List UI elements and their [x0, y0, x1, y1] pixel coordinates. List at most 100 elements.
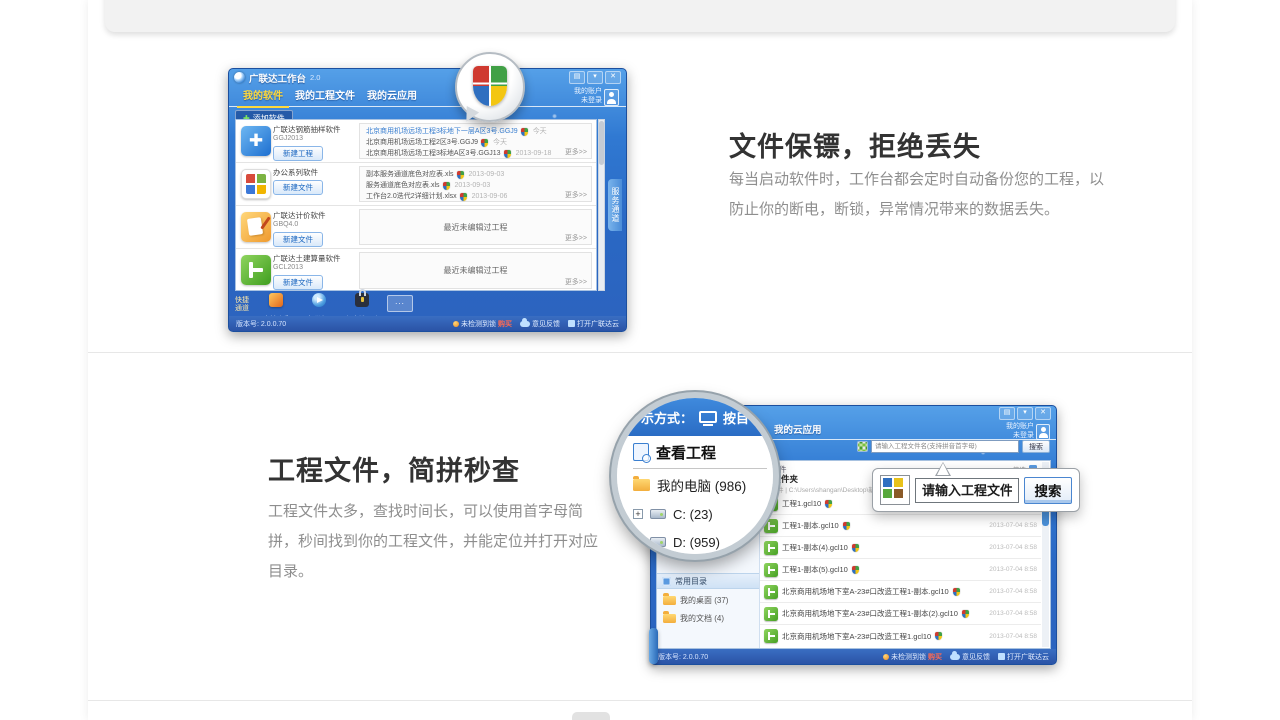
skin-button[interactable] [999, 407, 1015, 420]
search-button[interactable]: 搜索 [1022, 440, 1050, 453]
window-controls [999, 407, 1051, 420]
recent-file[interactable]: 副本服务通道底色对应表.xls2013-09-03 [366, 169, 585, 180]
open-cloud-link[interactable]: 打开广联达云 [998, 652, 1049, 662]
shield-icon [843, 522, 850, 530]
material-assistant-icon[interactable] [269, 293, 283, 307]
statusbar: 版本号: 2.0.0.70 未检测到锁购买 意见反馈 打开广联达云 [651, 649, 1056, 664]
minimize-button[interactable] [587, 71, 603, 84]
more-link[interactable]: 更多>> [565, 147, 587, 157]
user-avatar-icon[interactable] [604, 89, 619, 106]
window-version: 2.0 [310, 73, 320, 82]
tree-item-drive-c[interactable]: C: (23) [633, 500, 773, 528]
more-link[interactable]: 更多>> [565, 233, 587, 243]
next-section-edge [572, 712, 610, 720]
scrollbar[interactable] [598, 119, 605, 291]
feedback-link[interactable]: 意见反馈 [520, 319, 560, 329]
tree-item-computer[interactable]: 我的电脑 (986) [633, 469, 773, 500]
cloud-app-icon [568, 320, 575, 327]
service-channel-tab[interactable]: 服务通道 [608, 179, 622, 231]
recent-file[interactable]: 服务通道底色对应表.xls2013-09-03 [366, 180, 585, 191]
new-file-button[interactable]: 新建文件 [273, 180, 323, 195]
new-project-button[interactable]: 新建工程 [273, 146, 323, 161]
folder-icon [663, 614, 676, 623]
lock-status[interactable]: 未检测到锁购买 [453, 319, 512, 329]
warning-dot-icon [453, 321, 459, 327]
buy-link[interactable]: 购买 [498, 319, 512, 329]
office-app-icon[interactable] [241, 169, 271, 199]
dongle-driver-icon[interactable] [355, 293, 369, 307]
version-text: 版本号: 2.0.0.70 [236, 319, 286, 329]
directory-tree-zoom: 查看工程 我的电脑 (986) C: (23) D: (959) [617, 436, 773, 554]
tab-my-project-files[interactable]: 我的工程文件 [289, 84, 361, 106]
scrollbar-thumb[interactable] [599, 121, 604, 165]
file-row[interactable]: 工程1-副本(5).gcl102013-07-04 8:58 [760, 559, 1041, 581]
display-mode-value[interactable]: 按目 [723, 408, 749, 427]
lock-status[interactable]: 未检测到锁购买 [883, 652, 942, 662]
account-info[interactable]: 我的账户 未登录 [574, 88, 602, 105]
shield-icon [825, 500, 832, 508]
search-row: 搜索 [857, 440, 1050, 453]
file-row[interactable]: 北京商用机场地下室A-23#口改造工程1-副本(2).gcl102013-07-… [760, 603, 1041, 625]
feature-title-search: 工程文件，简拼秒查 [268, 449, 520, 488]
buy-link[interactable]: 购买 [928, 652, 942, 662]
new-file-button[interactable]: 新建文件 [273, 275, 323, 290]
close-button[interactable] [1035, 407, 1051, 420]
skin-button[interactable] [569, 71, 585, 84]
file-row[interactable]: 北京商用机场地下室A-23#口改造工程1.gcl102013-07-04 8:5… [760, 625, 1041, 647]
empty-hint: 最近未编辑过工程 [444, 265, 508, 276]
window-title: 广联达工作台 [249, 71, 306, 85]
more-link[interactable]: 更多>> [565, 190, 587, 200]
project-search-input[interactable] [871, 440, 1019, 453]
recent-file[interactable]: 北京商用机场远场工程3标地A区3号.GGJ132013-09-18 [366, 148, 585, 159]
shield-icon [962, 610, 969, 618]
account-info[interactable]: 我的账户 未登录 [1006, 423, 1034, 440]
feedback-icon [950, 654, 960, 660]
gbq-app-icon[interactable] [241, 212, 271, 242]
software-row-gcl: 广联达土建算量软件 GCL2013 新建文件 最近未编辑过工程 更多>> [236, 249, 596, 292]
sidebar-item-documents[interactable]: 我的文档 (4) [657, 610, 759, 626]
close-button[interactable] [605, 71, 621, 84]
statusbar: 版本号: 2.0.0.70 未检测到锁购买 意见反馈 打开广联达云 [229, 316, 626, 331]
file-row[interactable]: 北京商用机场地下室A-23#口改造工程1-副本.gcl102013-07-04 … [760, 581, 1041, 603]
shield-icon [481, 139, 488, 147]
open-cloud-link[interactable]: 打开广联达云 [568, 319, 619, 329]
display-mode-strip: 示方式： 按目 [617, 398, 773, 436]
sidebar-item-desktop[interactable]: 我的桌面 (37) [657, 592, 759, 608]
ggj-app-icon[interactable] [241, 126, 271, 156]
software-row-ggj: 广联达钢筋抽样软件 GGJ2013 新建工程 北京商用机场远场工程3标地下一层A… [236, 120, 596, 163]
expand-icon[interactable] [633, 509, 643, 519]
search-button-large[interactable]: 搜索 [1024, 477, 1072, 504]
more-link[interactable]: 更多>> [565, 277, 587, 287]
quickbar-more-button[interactable]: ... [387, 295, 413, 312]
tab-my-software[interactable]: 我的软件 [237, 84, 289, 108]
window-controls [569, 71, 621, 84]
new-file-button[interactable]: 新建文件 [273, 232, 323, 247]
file-row[interactable]: 工程1-副本.gcl102013-07-04 8:58 [760, 515, 1041, 537]
feedback-link[interactable]: 意见反馈 [950, 652, 990, 662]
app-version: GCL2013 [273, 263, 355, 272]
recent-file[interactable]: 北京商用机场远场工程3标地下一层A区3号.GGJ9今天 [366, 126, 585, 137]
shield-icon [504, 150, 511, 158]
recent-file[interactable]: 北京商用机场远场工程2区3号.GGJ9今天 [366, 137, 585, 148]
gcl-app-icon[interactable] [241, 255, 271, 285]
recent-file[interactable]: 工作台2.0迭代2详细计划.xlsx2013-09-06 [366, 191, 585, 202]
shield-icon [443, 182, 450, 190]
common-directories-header[interactable]: 常用目录 [657, 573, 759, 589]
search-callout: 搜索 [872, 468, 1080, 512]
file-row[interactable]: 工程1-副本(4).gcl102013-07-04 8:58 [760, 537, 1041, 559]
section-divider-1 [88, 352, 1192, 353]
grid-icon[interactable] [857, 441, 868, 452]
view-projects-item[interactable]: 查看工程 [633, 436, 767, 469]
tab-my-cloud-apps[interactable]: 我的云应用 [361, 84, 423, 106]
drive-icon [650, 537, 666, 547]
shield-icon [521, 128, 528, 136]
tree-item-drive-d[interactable]: D: (959) [633, 528, 773, 556]
user-avatar-icon[interactable] [1036, 424, 1050, 440]
tab-my-cloud-apps[interactable]: 我的云应用 [770, 420, 826, 439]
glodon-cloud-icon[interactable] [312, 293, 326, 307]
shield-icon [852, 566, 859, 574]
project-name-input[interactable] [915, 478, 1019, 503]
shield-icon [935, 632, 942, 640]
minimize-button[interactable] [1017, 407, 1033, 420]
app-name: 办公系列软件 [273, 168, 355, 177]
